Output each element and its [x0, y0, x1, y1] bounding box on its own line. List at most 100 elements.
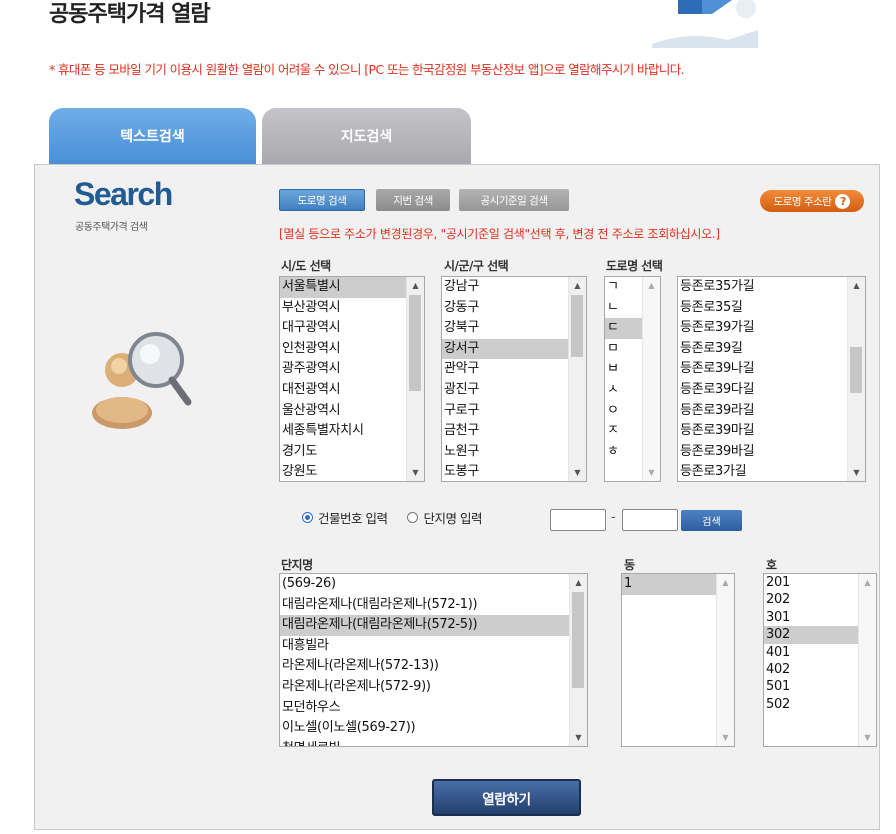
scroll-thumb[interactable] — [572, 592, 584, 688]
list-item[interactable]: 세종특별자치시 — [280, 421, 424, 442]
complex-name-radio[interactable] — [407, 512, 419, 523]
complex-select[interactable]: (569-26) 대림라온제나(대림라온제나(572-1)) 대림라온제나(대림… — [279, 573, 588, 747]
list-item[interactable]: 등존로39라길 — [678, 401, 865, 422]
road-address-help-button[interactable]: 도로명 주소란 ? — [760, 190, 864, 212]
list-item[interactable]: 울산광역시 — [280, 401, 424, 422]
list-item[interactable]: 등존로39다길 — [678, 380, 865, 401]
road-search-button[interactable]: 도로명 검색 — [279, 189, 365, 211]
scroll-down-icon[interactable]: ▼ — [569, 464, 586, 481]
scroll-up-icon[interactable]: ▲ — [569, 277, 586, 294]
ho-label: 호 — [766, 558, 777, 572]
road-initial-select[interactable]: ㄱ ㄴ ㄷ ㅁ ㅂ ㅅ ㅇ ㅈ ㅎ ▲ ▼ — [604, 276, 661, 482]
complex-label: 단지명 — [281, 558, 313, 572]
scroll-up-icon[interactable]: ▲ — [717, 574, 734, 591]
list-item[interactable]: 도봉구 — [442, 462, 586, 481]
complex-name-label[interactable]: 단지명 입력 — [423, 508, 482, 527]
date-search-button[interactable]: 공시기준일 검색 — [459, 189, 569, 211]
building-main-number-input[interactable] — [550, 509, 606, 531]
scrollbar[interactable]: ▲ ▼ — [858, 574, 876, 746]
list-item[interactable]: 강북구 — [442, 318, 586, 339]
list-item[interactable]: 강남구 — [442, 277, 586, 298]
scroll-up-icon[interactable]: ▲ — [570, 574, 587, 591]
scroll-down-icon[interactable]: ▼ — [717, 729, 734, 746]
view-button[interactable]: 열람하기 — [432, 779, 581, 816]
list-item[interactable]: 등존로39마길 — [678, 421, 865, 442]
user-magnifier-icon — [92, 332, 192, 429]
search-subtitle: 공동주택가격 검색 — [75, 222, 148, 233]
scroll-down-icon[interactable]: ▼ — [570, 729, 587, 746]
jibun-search-button[interactable]: 지번 검색 — [376, 189, 450, 211]
scroll-thumb[interactable] — [571, 295, 583, 357]
road-name-select[interactable]: 등존로35가길 등존로35길 등존로39가길 등존로39길 등존로39나길 등존… — [677, 276, 866, 482]
question-icon: ? — [835, 193, 851, 209]
scrollbar[interactable]: ▲ ▼ — [406, 277, 424, 481]
list-item[interactable]: 대림라온제나(대림라온제나(572-1)) — [280, 595, 587, 616]
list-item[interactable]: 서울특별시 — [280, 277, 424, 298]
scroll-down-icon[interactable]: ▼ — [643, 464, 660, 481]
sido-label: 시/도 선택 — [281, 259, 331, 273]
list-item[interactable]: 금천구 — [442, 421, 586, 442]
list-item[interactable]: 광주광역시 — [280, 359, 424, 380]
scrollbar[interactable]: ▲ ▼ — [568, 277, 586, 481]
dong-select[interactable]: 1 ▲ ▼ — [621, 573, 735, 747]
list-item[interactable]: 라온제나(라온제나(572-13)) — [280, 656, 587, 677]
scroll-up-icon[interactable]: ▲ — [407, 277, 424, 294]
scroll-down-icon[interactable]: ▼ — [848, 464, 865, 481]
scroll-down-icon[interactable]: ▼ — [407, 464, 424, 481]
mobile-notice: * 휴대폰 등 모바일 기기 이용시 원활한 열람이 어려울 수 있으니 [PC… — [49, 62, 685, 77]
list-item[interactable]: 청명세르빌 — [280, 739, 587, 746]
list-item[interactable]: 모던하우스 — [280, 698, 587, 719]
list-item[interactable]: 관악구 — [442, 359, 586, 380]
road-address-help-label: 도로명 주소란 — [773, 195, 832, 208]
road-label: 도로명 선택 — [606, 259, 663, 273]
list-item[interactable]: 인천광역시 — [280, 339, 424, 360]
address-warning: [멸실 등으로 주소가 변경된경우, "공시기준일 검색"선택 후, 변경 전 … — [279, 227, 720, 241]
page-title: 공동주택가격 열람 — [49, 2, 211, 27]
scroll-up-icon[interactable]: ▲ — [848, 277, 865, 294]
list-item[interactable]: 대전광역시 — [280, 380, 424, 401]
scrollbar[interactable]: ▲ ▼ — [642, 277, 660, 481]
tab-map-search[interactable]: 지도검색 — [262, 108, 471, 164]
list-item[interactable]: 구로구 — [442, 401, 586, 422]
list-item[interactable]: 등존로39길 — [678, 339, 865, 360]
list-item[interactable]: 광진구 — [442, 380, 586, 401]
scroll-down-icon[interactable]: ▼ — [859, 729, 876, 746]
scroll-thumb[interactable] — [409, 295, 421, 391]
building-sub-number-input[interactable] — [622, 509, 678, 531]
scroll-up-icon[interactable]: ▲ — [643, 277, 660, 294]
list-item[interactable]: 등존로39가길 — [678, 318, 865, 339]
number-search-button[interactable]: 검색 — [681, 510, 742, 531]
list-item[interactable]: (569-26) — [280, 574, 587, 595]
list-item[interactable]: 노원구 — [442, 442, 586, 463]
scrollbar[interactable]: ▲ ▼ — [716, 574, 734, 746]
list-item[interactable]: 대흥빌라 — [280, 636, 587, 657]
list-item[interactable]: 강동구 — [442, 298, 586, 319]
list-item[interactable]: 등존로3가길 — [678, 462, 865, 481]
tab-text-search[interactable]: 텍스트검색 — [49, 108, 256, 164]
list-item[interactable]: 등존로39바길 — [678, 442, 865, 463]
list-item[interactable]: 대림라온제나(대림라온제나(572-5)) — [280, 615, 587, 636]
scrollbar[interactable]: ▲ ▼ — [847, 277, 865, 481]
scrollbar[interactable]: ▲ ▼ — [569, 574, 587, 746]
sigungu-label: 시/군/구 선택 — [444, 259, 509, 273]
list-item[interactable]: 부산광역시 — [280, 298, 424, 319]
building-number-label[interactable]: 건물번호 입력 — [318, 508, 388, 527]
tab-label: 지도검색 — [340, 129, 393, 145]
sigungu-select[interactable]: 강남구 강동구 강북구 강서구 관악구 광진구 구로구 금천구 노원구 도봉구 … — [441, 276, 587, 482]
scroll-up-icon[interactable]: ▲ — [859, 574, 876, 591]
list-item[interactable]: 등존로39나길 — [678, 359, 865, 380]
list-item[interactable]: 등존로35가길 — [678, 277, 865, 298]
dong-label: 동 — [624, 558, 635, 572]
list-item[interactable]: 라온제나(라온제나(572-9)) — [280, 677, 587, 698]
ho-select[interactable]: 201 202 301 302 401 402 501 502 ▲ ▼ — [763, 573, 877, 747]
list-item[interactable]: 대구광역시 — [280, 318, 424, 339]
building-number-radio[interactable] — [302, 512, 313, 523]
list-item[interactable]: 강원도 — [280, 462, 424, 481]
list-item[interactable]: 이노셀(이노셀(569-27)) — [280, 718, 587, 739]
list-item[interactable]: 강서구 — [442, 338, 586, 360]
list-item[interactable]: 등존로35길 — [678, 298, 865, 319]
sido-select[interactable]: 서울특별시 부산광역시 대구광역시 인천광역시 광주광역시 대전광역시 울산광역… — [279, 276, 425, 482]
tab-label: 텍스트검색 — [120, 129, 185, 145]
scroll-thumb[interactable] — [850, 347, 862, 393]
list-item[interactable]: 경기도 — [280, 442, 424, 463]
